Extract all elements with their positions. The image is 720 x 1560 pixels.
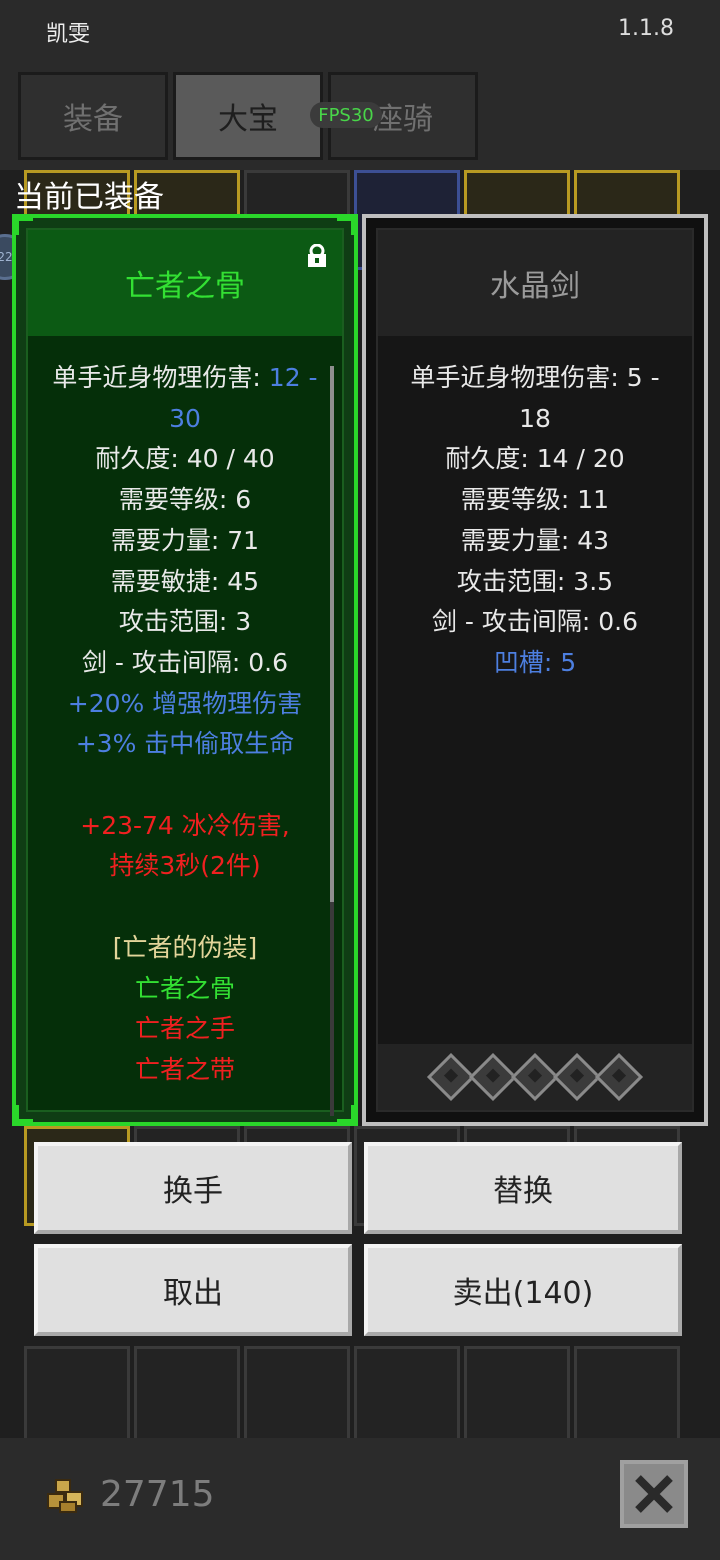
- stat-line: 需要等级: 6: [28, 480, 342, 521]
- stat-line: 持续3秒(2件): [28, 846, 342, 887]
- item-name: 水晶剑: [378, 230, 692, 336]
- stat-line: 亡者之带: [28, 1050, 342, 1091]
- inventory-slot[interactable]: [24, 1346, 130, 1446]
- stat-line: 需要力量: 71: [28, 521, 342, 562]
- stat-text: 攻击范围: 3.5: [456, 566, 614, 596]
- stat-text: [亡者的伪装]: [112, 932, 258, 962]
- stat-text: [181, 770, 189, 799]
- equipped-item-card: 亡者之骨 单手近身物理伤害: 12 - 30 耐久度: 40 / 40 需要等级: 6…: [12, 214, 358, 1126]
- stat-text: +3% 击中偷取生命: [75, 729, 295, 759]
- stat-line: 剑 - 攻击间隔: 0.6: [378, 602, 692, 643]
- stat-text: 需要敏捷: 45: [110, 566, 260, 596]
- stat-text: [181, 892, 189, 921]
- item-name: 亡者之骨: [28, 230, 342, 336]
- stat-text: 凹槽: 5: [493, 647, 577, 677]
- close-button[interactable]: [620, 1460, 688, 1528]
- stat-line: [亡者的伪装]: [28, 928, 342, 969]
- stat-text: 亡者之带: [134, 1054, 235, 1084]
- stat-line: 剑 - 攻击间隔: 0.6: [28, 643, 342, 684]
- stat-line: 耐久度: 14 / 20: [378, 439, 692, 480]
- stat-text: 单手近身物理伤害:: [52, 363, 269, 392]
- stat-line: +3% 击中偷取生命: [28, 724, 342, 765]
- stat-line: 亡者之手: [28, 1009, 342, 1050]
- item-panel: 亡者之骨 单手近身物理伤害: 12 - 30 耐久度: 40 / 40 需要等级: 6…: [26, 228, 344, 1116]
- scrollbar[interactable]: [330, 366, 334, 1116]
- app-name: 凯雯: [46, 22, 91, 47]
- tab-equipment[interactable]: 装备: [18, 72, 168, 160]
- inventory-slot[interactable]: [354, 1346, 460, 1446]
- stat-line: +20% 增强物理伤害: [28, 684, 342, 725]
- sell-button[interactable]: 卖出(140): [364, 1244, 682, 1336]
- stat-text: 需要等级: 6: [118, 485, 252, 515]
- stat-text: 耐久度: 40 / 40: [95, 444, 275, 474]
- stat-line: 18: [378, 399, 692, 440]
- stat-text: 耐久度: 14 / 20: [445, 444, 625, 474]
- swap-hand-button[interactable]: 换手: [34, 1142, 352, 1234]
- stat-text: 需要等级: 11: [460, 485, 610, 515]
- item-stats: 单手近身物理伤害: 5 - 18 耐久度: 14 / 20 需要等级: 11 需要力量:…: [378, 358, 692, 684]
- status-bar: 凯雯 1.1.8: [0, 0, 720, 60]
- socket-gem-icon[interactable]: [426, 1052, 476, 1102]
- stat-line: 单手近身物理伤害: 5 -: [378, 358, 692, 399]
- gold-amount: 27715: [100, 1474, 215, 1515]
- stat-line: 需要等级: 11: [378, 480, 692, 521]
- stat-line: 耐久度: 40 / 40: [28, 439, 342, 480]
- lock-icon[interactable]: [306, 244, 328, 268]
- stat-line: 攻击范围: 3.5: [378, 562, 692, 603]
- close-x-icon: [635, 1475, 673, 1513]
- stat-text: 持续3秒(2件): [109, 851, 261, 881]
- socket-gem-icon[interactable]: [468, 1052, 518, 1102]
- stat-line: +23-74 冰冷伤害,: [28, 806, 342, 847]
- equipped-heading: 当前已装备: [14, 180, 164, 215]
- socket-gem-icon[interactable]: [594, 1052, 644, 1102]
- stat-value: 12 -: [268, 363, 318, 392]
- socket-gem-icon[interactable]: [552, 1052, 602, 1102]
- stat-line: 攻击范围: 3: [28, 602, 342, 643]
- inventory-slot[interactable]: [574, 1346, 680, 1446]
- stat-text: 单手近身物理伤害: 5 -: [410, 363, 660, 392]
- stat-text: 需要力量: 43: [460, 525, 610, 555]
- stat-line: [28, 765, 342, 806]
- version-label: 1.1.8: [618, 16, 674, 41]
- stat-text: 亡者之手: [134, 1014, 235, 1044]
- stat-text: +20% 增强物理伤害: [67, 688, 303, 718]
- inventory-slot[interactable]: [244, 1346, 350, 1446]
- scroll-thumb[interactable]: [330, 366, 334, 902]
- inventory-slot[interactable]: [134, 1346, 240, 1446]
- item-panel: 水晶剑 单手近身物理伤害: 5 - 18 耐久度: 14 / 20 需要等级: 11 需…: [376, 228, 694, 1112]
- fps-counter: FPS30: [310, 102, 382, 128]
- item-stats: 单手近身物理伤害: 12 - 30 耐久度: 40 / 40 需要等级: 6 需要力量:…: [28, 358, 342, 1091]
- stat-line: 亡者之骨: [28, 969, 342, 1010]
- coin-pile-icon: [47, 1479, 83, 1513]
- stat-text: 剑 - 攻击间隔: 0.6: [431, 607, 639, 637]
- stat-text: 亡者之骨: [134, 973, 235, 1003]
- stat-text: 30: [169, 403, 201, 433]
- stat-line: 单手近身物理伤害: 12 -: [28, 358, 342, 399]
- stat-line: [28, 887, 342, 928]
- stat-line: 30: [28, 399, 342, 440]
- tab-treasure[interactable]: 大宝: [173, 72, 323, 160]
- selected-item-card: 水晶剑 单手近身物理伤害: 5 - 18 耐久度: 14 / 20 需要等级: 11 需…: [362, 214, 708, 1126]
- inventory-slot[interactable]: [464, 1346, 570, 1446]
- stat-text: 18: [519, 403, 551, 433]
- stat-line: 需要敏捷: 45: [28, 562, 342, 603]
- take-out-button[interactable]: 取出: [34, 1244, 352, 1336]
- stat-line: 需要力量: 43: [378, 521, 692, 562]
- category-tabs: 装备 大宝 座骑: [18, 72, 484, 164]
- stat-text: 需要力量: 71: [110, 525, 260, 555]
- stat-text: +23-74 冰冷伤害,: [80, 810, 290, 840]
- stat-text: 攻击范围: 3: [118, 607, 252, 637]
- socket-bar: [378, 1044, 692, 1110]
- socket-gem-icon[interactable]: [510, 1052, 560, 1102]
- stat-text: 剑 - 攻击间隔: 0.6: [81, 647, 289, 677]
- stat-line: 凹槽: 5: [378, 643, 692, 684]
- replace-button[interactable]: 替换: [364, 1142, 682, 1234]
